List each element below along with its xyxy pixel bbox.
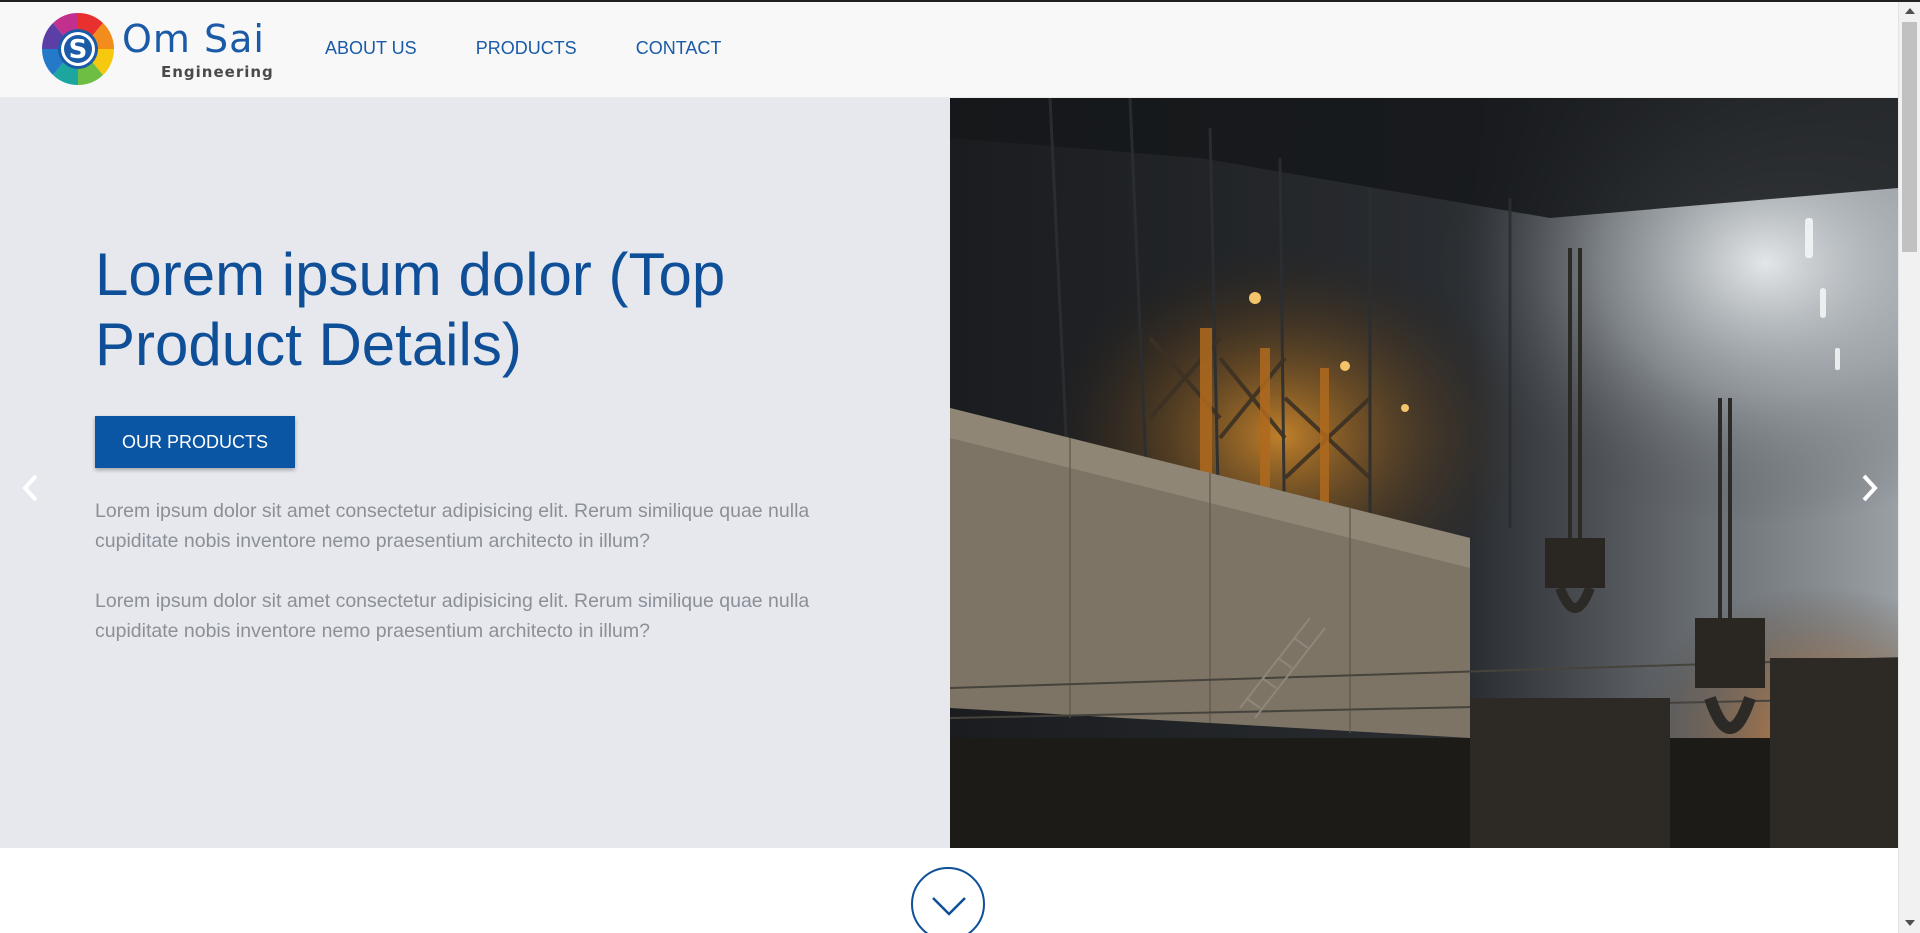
chevron-down-icon xyxy=(932,897,966,916)
logo-swirl-icon: S xyxy=(41,12,115,86)
brand-tagline: Engineering xyxy=(161,63,274,81)
carousel-prev-button[interactable] xyxy=(14,468,48,508)
nav-item-about-us[interactable]: ABOUT US xyxy=(325,38,417,59)
hero-content: Lorem ipsum dolor (Top Product Details) … xyxy=(95,240,875,646)
hero-title: Lorem ipsum dolor (Top Product Details) xyxy=(95,241,726,378)
nav-item-products[interactable]: PRODUCTS xyxy=(476,38,577,59)
hero-paragraph: Lorem ipsum dolor sit amet consectetur a… xyxy=(95,500,810,552)
carousel-next-button[interactable] xyxy=(1852,468,1886,508)
logo-letter: S xyxy=(69,35,88,65)
brand-logo[interactable]: S Om Sai Engineering xyxy=(40,11,273,87)
chevron-left-icon xyxy=(22,474,38,502)
site-header: S Om Sai Engineering ABOUT US PRODUCTS C… xyxy=(0,2,1898,98)
page: S Om Sai Engineering ABOUT US PRODUCTS C… xyxy=(0,0,1920,933)
brand-name: Om Sai xyxy=(122,17,265,61)
scroll-down-button[interactable] xyxy=(911,867,985,933)
hero-image-industrial-plant xyxy=(950,98,1898,848)
main-nav: ABOUT US PRODUCTS CONTACT xyxy=(325,38,780,59)
our-products-button[interactable]: OUR PRODUCTS xyxy=(95,416,296,468)
scroll-down-arrow-icon[interactable] xyxy=(1905,920,1915,926)
hero-paragraph: Lorem ipsum dolor sit amet consectetur a… xyxy=(95,590,810,642)
hero-carousel: Lorem ipsum dolor (Top Product Details) … xyxy=(0,98,1898,848)
scrollbar-thumb[interactable] xyxy=(1902,22,1917,252)
chevron-right-icon xyxy=(1862,474,1878,502)
nav-item-contact[interactable]: CONTACT xyxy=(636,38,722,59)
page-scrollbar[interactable] xyxy=(1898,2,1920,933)
scroll-up-arrow-icon[interactable] xyxy=(1905,8,1915,14)
